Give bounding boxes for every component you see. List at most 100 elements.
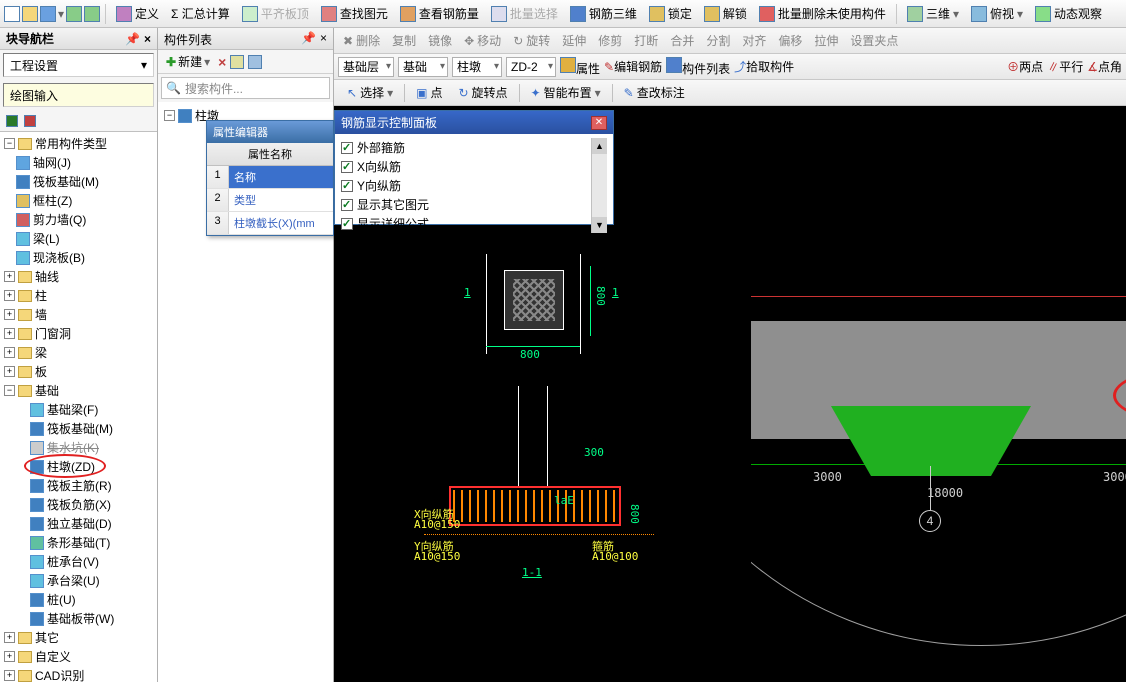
tree-leaf[interactable]: 筏板基础(M) (2, 172, 155, 191)
tree-cat[interactable]: +CAD识别 (2, 666, 155, 682)
close-icon[interactable]: × (320, 31, 327, 46)
close-icon[interactable]: × (144, 32, 151, 46)
property-editor[interactable]: 属性编辑器 属性名称 1名称 2类型 3柱墩截长(X)(mm (206, 120, 334, 236)
trim-button[interactable]: 修剪 (593, 30, 627, 51)
level-button[interactable]: 平齐板顶 (237, 2, 314, 25)
rebar-check-item[interactable]: X向纵筋 (341, 157, 591, 176)
open-icon[interactable] (22, 6, 38, 22)
tree-leaf[interactable]: 基础板带(W) (2, 609, 155, 628)
tree-leaf[interactable]: 梁(L) (2, 229, 155, 248)
tree-leaf[interactable]: 筏板主筋(R) (2, 476, 155, 495)
prop-row[interactable]: 2类型 (207, 189, 333, 212)
rebar-check-item[interactable]: Y向纵筋 (341, 176, 591, 195)
complist-button[interactable]: 构件列表 (666, 57, 730, 77)
tree-cat[interactable]: +其它 (2, 628, 155, 647)
new-button[interactable]: ✚新建▾ (162, 52, 214, 71)
undo-icon[interactable] (66, 6, 82, 22)
break-button[interactable]: 打断 (629, 30, 663, 51)
align-button[interactable]: 对齐 (737, 30, 771, 51)
delete-icon[interactable]: × (218, 54, 226, 70)
batchsel-button[interactable]: 批量选择 (486, 2, 563, 25)
batchdel-button[interactable]: 批量删除未使用构件 (754, 2, 891, 25)
tree-leaf-zhudun[interactable]: 柱墩(ZD) (2, 457, 155, 476)
tree-cat[interactable]: +门窗洞 (2, 324, 155, 343)
tree-cat-foundation[interactable]: −基础 (2, 381, 155, 400)
tree-leaf[interactable]: 框柱(Z) (2, 191, 155, 210)
offset-button[interactable]: 偏移 (773, 30, 807, 51)
tree-leaf[interactable]: 现浇板(B) (2, 248, 155, 267)
tree-icon-2[interactable] (24, 115, 36, 127)
type-combo[interactable]: 基础 (398, 57, 448, 77)
close-icon[interactable]: ✕ (591, 116, 607, 130)
rebar-control-panel[interactable]: 钢筋显示控制面板 ✕ 外部箍筋 X向纵筋 Y向纵筋 显示其它图元 显示详细公式 … (334, 110, 614, 225)
dynobs-button[interactable]: 动态观察 (1030, 2, 1107, 25)
tree-cat[interactable]: +板 (2, 362, 155, 381)
tree-leaf[interactable]: 条形基础(T) (2, 533, 155, 552)
tree-leaf[interactable]: 筏板基础(M) (2, 419, 155, 438)
grip-button[interactable]: 设置夹点 (845, 30, 903, 51)
corner-button[interactable]: ∡点角 (1087, 58, 1122, 75)
drawinput-button[interactable]: 绘图输入 (3, 83, 154, 107)
point-button[interactable]: ▣点 (411, 82, 447, 103)
tree-leaf[interactable]: 桩承台(V) (2, 552, 155, 571)
findelem-button[interactable]: 查找图元 (316, 2, 393, 25)
rebar-check-item[interactable]: 显示详细公式 (341, 214, 591, 233)
tree-leaf[interactable]: 承台梁(U) (2, 571, 155, 590)
tree-leaf[interactable]: 桩(U) (2, 590, 155, 609)
rebarqty-button[interactable]: 查看钢筋量 (395, 2, 484, 25)
tree-cat[interactable]: +墙 (2, 305, 155, 324)
editrebar-button[interactable]: ✎编辑钢筋 (604, 58, 662, 75)
filter-icon[interactable] (248, 55, 262, 69)
extend-button[interactable]: 延伸 (557, 30, 591, 51)
tree-leaf[interactable]: 独立基础(D) (2, 514, 155, 533)
sumcalc-button[interactable]: Σ 汇总计算 (166, 2, 235, 25)
proj-dropdown[interactable]: 工程设置▾ (3, 53, 154, 77)
ortho-button[interactable]: 俯视▾ (966, 2, 1028, 25)
select-button[interactable]: ↖选择▾ (342, 82, 398, 103)
copy-icon[interactable] (230, 55, 244, 69)
grid3d-button[interactable]: 钢筋三维 (565, 2, 642, 25)
smart-button[interactable]: ✦智能布置▾ (526, 82, 606, 103)
split-button[interactable]: 分割 (701, 30, 735, 51)
rotate-button[interactable]: ↻旋转 (508, 30, 555, 51)
attr-button[interactable]: 属性 (560, 57, 600, 77)
tree-cat[interactable]: +柱 (2, 286, 155, 305)
redo-icon[interactable] (84, 6, 100, 22)
pickcomp-button[interactable]: ⤴拾取构件 (734, 58, 794, 75)
tree-leaf[interactable]: 集水坑(K) (2, 438, 155, 457)
tree-cat[interactable]: +轴线 (2, 267, 155, 286)
tree-leaf[interactable]: 剪力墙(Q) (2, 210, 155, 229)
tree-leaf[interactable]: 轴网(J) (2, 153, 155, 172)
save-icon[interactable] (40, 6, 56, 22)
prop-row[interactable]: 1名称 (207, 166, 333, 189)
stretch-button[interactable]: 拉伸 (809, 30, 843, 51)
scroll-up-icon[interactable]: ▲ (592, 138, 607, 154)
delete-button[interactable]: ✖删除 (338, 30, 385, 51)
floor-combo[interactable]: 基础层 (338, 57, 394, 77)
mirror-button[interactable]: 镜像 (423, 30, 457, 51)
join-button[interactable]: 合并 (665, 30, 699, 51)
tree-cat[interactable]: +自定义 (2, 647, 155, 666)
unlock-button[interactable]: 解锁 (699, 2, 752, 25)
copy-button[interactable]: 复制 (387, 30, 421, 51)
rebar-check-item[interactable]: 显示其它图元 (341, 195, 591, 214)
new-icon[interactable] (4, 6, 20, 22)
move-button[interactable]: ✥移动 (459, 30, 506, 51)
pin-icon[interactable]: 📌 (301, 31, 316, 46)
view3d-button[interactable]: 三维▾ (902, 2, 964, 25)
tree-cat[interactable]: +梁 (2, 343, 155, 362)
search-input[interactable]: 🔍 搜索构件... (161, 77, 330, 99)
rebar-title[interactable]: 钢筋显示控制面板 ✕ (335, 111, 613, 134)
rotpoint-button[interactable]: ↻旋转点 (453, 82, 512, 103)
rebar-check-item[interactable]: 外部箍筋 (341, 138, 591, 157)
tree-leaf[interactable]: 基础梁(F) (2, 400, 155, 419)
tree-icon[interactable] (6, 115, 18, 127)
scrollbar[interactable]: ▲ ▼ (591, 138, 607, 233)
pin-icon[interactable]: 📌 (125, 32, 140, 46)
tree-leaf[interactable]: 筏板负筋(X) (2, 495, 155, 514)
subtype-combo[interactable]: 柱墩 (452, 57, 502, 77)
parallel-button[interactable]: ∥平行 (1047, 58, 1083, 75)
prop-row[interactable]: 3柱墩截长(X)(mm (207, 212, 333, 235)
define-button[interactable]: 定义 (111, 2, 164, 25)
comp-combo[interactable]: ZD-2 (506, 57, 556, 77)
